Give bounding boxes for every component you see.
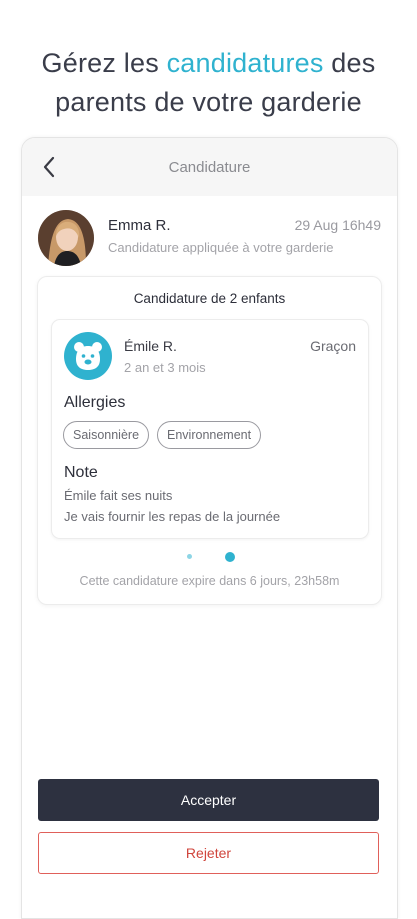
note-title: Note — [64, 464, 98, 481]
headline-prefix: Gérez les — [41, 48, 167, 78]
child-avatar — [64, 332, 112, 380]
headline-accent: candidatures — [166, 48, 324, 78]
expiry-notice: Cette candidature expire dans 6 jours, 2… — [79, 574, 340, 588]
headline-suffix: des — [323, 48, 376, 78]
promo-headline: Gérez les candidatures des parents de vo… — [0, 44, 417, 122]
headline-line-1: Gérez les candidatures des — [0, 44, 417, 83]
bear-face-icon — [74, 342, 102, 370]
child-name: Émile R. — [124, 338, 177, 354]
note-line: Je vais fournir les repas de la journée — [64, 509, 281, 524]
applicant-name: Emma R. — [108, 217, 171, 234]
headline-line-2: parents de votre garderie — [55, 87, 362, 117]
pager-dot[interactable] — [187, 554, 192, 559]
applicant-subtitle: Candidature appliquée à votre garderie — [108, 240, 334, 255]
allergy-chips: Saisonnière Environnement — [63, 421, 262, 449]
child-card[interactable]: Émile R. 2 an et 3 mois Graçon Allergies… — [51, 319, 369, 539]
pager-dot-active[interactable] — [225, 552, 235, 562]
applicant-header: Emma R. 29 Aug 16h49 Candidature appliqu… — [22, 196, 397, 272]
pager-dots — [38, 551, 381, 563]
application-date: 29 Aug 16h49 — [294, 217, 381, 233]
reject-button[interactable]: Rejeter — [38, 832, 379, 874]
application-card: Candidature de 2 enfants Émile R. 2 an e… — [37, 276, 382, 605]
allergy-chip: Saisonnière — [63, 421, 150, 449]
application-title: Candidature de 2 enfants — [133, 291, 286, 306]
allergies-title: Allergies — [64, 394, 126, 411]
accept-button[interactable]: Accepter — [38, 779, 379, 821]
note-line: Émile fait ses nuits — [64, 488, 173, 503]
applicant-avatar — [38, 210, 94, 266]
allergy-chip: Environnement — [157, 421, 262, 449]
app-bar: Candidature — [22, 138, 397, 196]
child-age: 2 an et 3 mois — [124, 360, 206, 375]
person-photo-icon — [38, 210, 94, 266]
screen-title: Candidature — [168, 158, 251, 176]
child-gender: Graçon — [310, 338, 356, 354]
phone-screen: Candidature Emma R. 29 Aug 16h49 Candida… — [21, 137, 398, 919]
